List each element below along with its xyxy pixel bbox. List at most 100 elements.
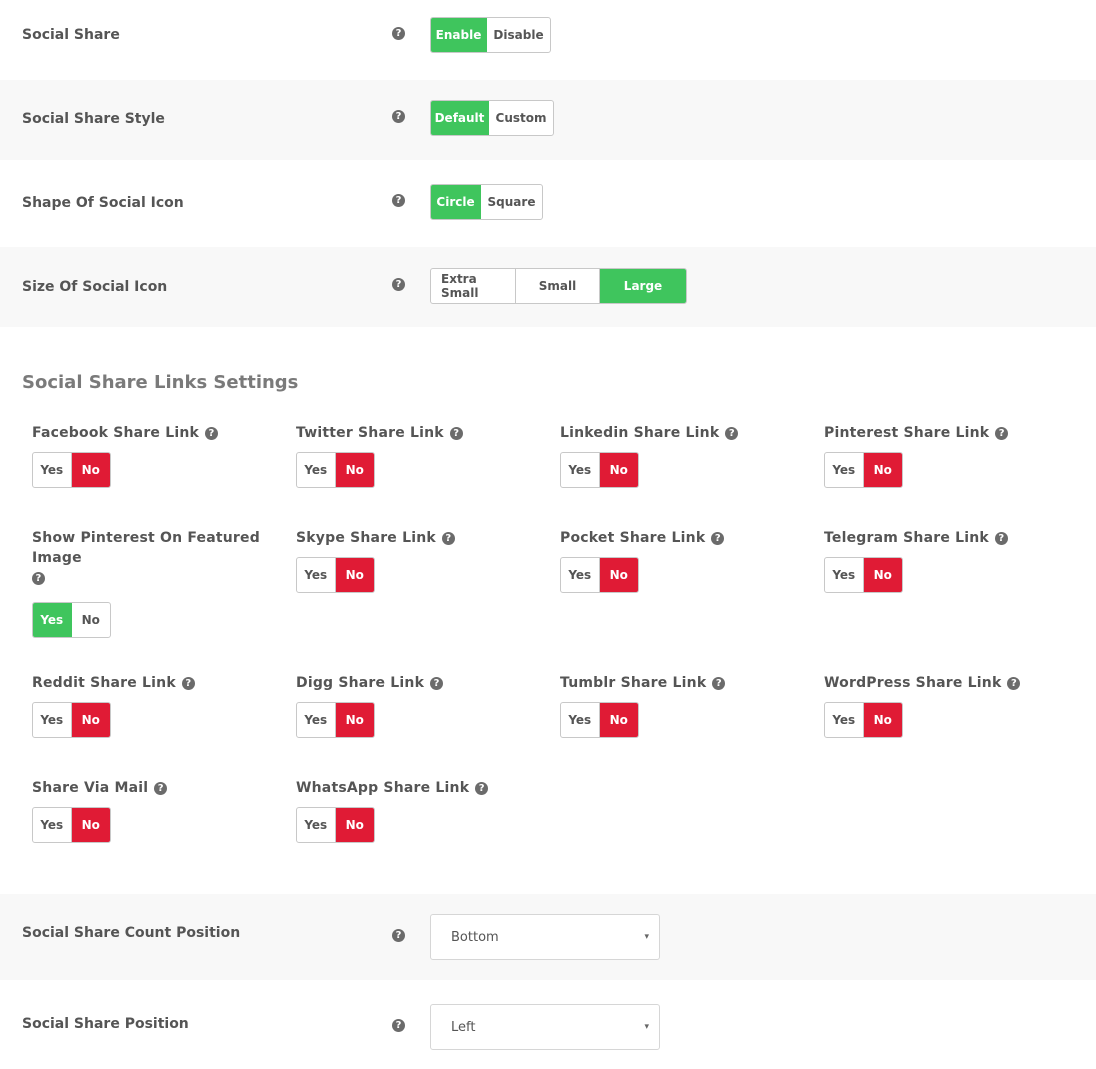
yes-no-toggle: Yes No (296, 702, 375, 738)
share-link-label: Skype Share Link? (296, 528, 546, 548)
yes-button[interactable]: Yes (561, 453, 600, 487)
no-button[interactable]: No (72, 603, 111, 637)
help-icon[interactable]: ? (392, 27, 405, 40)
share-link-label: WordPress Share Link? (824, 673, 1074, 693)
help-icon[interactable]: ? (441, 532, 455, 545)
yes-button[interactable]: Yes (33, 808, 72, 842)
yes-button[interactable]: Yes (561, 703, 600, 737)
share-link-setting: WordPress Share Link? Yes No (824, 673, 1074, 738)
social-share-style-label: Social Share Style (22, 111, 165, 127)
square-button[interactable]: Square (481, 185, 542, 219)
yes-button[interactable]: Yes (825, 703, 864, 737)
enable-button[interactable]: Enable (431, 18, 487, 52)
no-button[interactable]: No (863, 453, 902, 487)
share-link-setting: Reddit Share Link? Yes No (32, 673, 282, 738)
share-link-label-text: Pinterest Share Link (824, 425, 990, 441)
share-link-label-text: WhatsApp Share Link (296, 780, 470, 796)
yes-button[interactable]: Yes (825, 558, 864, 592)
share-link-label-text: Digg Share Link (296, 675, 425, 691)
yes-no-toggle: Yes No (560, 557, 639, 593)
help-icon[interactable]: ? (392, 278, 405, 291)
no-button[interactable]: No (335, 703, 374, 737)
yes-no-toggle: Yes No (560, 452, 639, 488)
no-button[interactable]: No (599, 558, 638, 592)
default-button[interactable]: Default (431, 101, 489, 135)
no-button[interactable]: No (335, 558, 374, 592)
share-link-label-text: Show Pinterest On Featured Image (32, 530, 260, 566)
yes-button[interactable]: Yes (33, 453, 72, 487)
help-icon[interactable]: ? (449, 427, 463, 440)
shape-label: Shape Of Social Icon (22, 195, 184, 211)
help-icon[interactable]: ? (995, 427, 1009, 440)
yes-button[interactable]: Yes (561, 558, 600, 592)
count-position-select[interactable]: Bottom ▾ (430, 914, 660, 960)
help-icon[interactable]: ? (154, 782, 168, 795)
no-button[interactable]: No (863, 558, 902, 592)
social-share-label: Social Share (22, 27, 120, 43)
no-button[interactable]: No (71, 808, 110, 842)
help-icon[interactable]: ? (725, 427, 739, 440)
yes-no-toggle: Yes No (824, 452, 903, 488)
help-icon[interactable]: ? (392, 1019, 405, 1032)
help-icon[interactable]: ? (994, 532, 1008, 545)
help-icon[interactable]: ? (430, 677, 444, 690)
yes-button[interactable]: Yes (297, 808, 336, 842)
yes-no-toggle: Yes No (32, 452, 111, 488)
links-section-title: Social Share Links Settings (22, 372, 299, 393)
no-button[interactable]: No (599, 453, 638, 487)
share-link-label: WhatsApp Share Link? (296, 778, 546, 798)
large-button[interactable]: Large (600, 269, 686, 303)
share-link-setting: Skype Share Link? Yes No (296, 528, 546, 593)
yes-no-toggle: Yes No (296, 557, 375, 593)
yes-no-toggle: Yes No (32, 807, 111, 843)
circle-button[interactable]: Circle (431, 185, 481, 219)
share-link-setting: Pinterest Share Link? Yes No (824, 423, 1074, 488)
help-icon[interactable]: ? (205, 427, 218, 440)
help-icon[interactable]: ? (181, 677, 195, 690)
yes-no-toggle: Yes No (824, 702, 903, 738)
size-label: Size Of Social Icon (22, 279, 168, 295)
disable-button[interactable]: Disable (487, 18, 550, 52)
yes-button[interactable]: Yes (33, 603, 72, 637)
help-icon[interactable]: ? (475, 782, 489, 795)
yes-button[interactable]: Yes (297, 453, 336, 487)
share-link-label-text: Pocket Share Link (560, 530, 706, 546)
share-link-label: Telegram Share Link? (824, 528, 1074, 548)
shape-toggle: Circle Square (430, 184, 543, 220)
share-link-setting: Facebook Share Link? Yes No (32, 423, 282, 488)
help-icon[interactable]: ? (32, 572, 45, 585)
no-button[interactable]: No (599, 703, 638, 737)
share-link-label: Pinterest Share Link? (824, 423, 1074, 443)
no-button[interactable]: No (71, 703, 110, 737)
yes-no-toggle: Yes No (824, 557, 903, 593)
no-button[interactable]: No (335, 808, 374, 842)
yes-button[interactable]: Yes (33, 703, 72, 737)
help-icon[interactable]: ? (712, 677, 726, 690)
yes-button[interactable]: Yes (825, 453, 864, 487)
no-button[interactable]: No (335, 453, 374, 487)
small-button[interactable]: Small (516, 269, 600, 303)
extra-small-button[interactable]: Extra Small (431, 269, 516, 303)
share-position-select[interactable]: Left ▾ (430, 1004, 660, 1050)
share-link-setting: WhatsApp Share Link? Yes No (296, 778, 546, 843)
help-icon[interactable]: ? (392, 110, 405, 123)
share-link-setting: Tumblr Share Link? Yes No (560, 673, 810, 738)
yes-button[interactable]: Yes (297, 703, 336, 737)
help-icon[interactable]: ? (392, 929, 405, 942)
help-icon[interactable]: ? (392, 194, 405, 207)
share-link-setting: Linkedin Share Link? Yes No (560, 423, 810, 488)
count-position-value: Bottom (451, 929, 499, 945)
social-share-style-row: Social Share Style ? Default Custom (0, 80, 1096, 160)
yes-no-toggle: Yes No (32, 602, 111, 638)
count-position-label: Social Share Count Position (22, 925, 241, 941)
share-link-label-text: Skype Share Link (296, 530, 436, 546)
no-button[interactable]: No (863, 703, 902, 737)
help-icon[interactable]: ? (1007, 677, 1021, 690)
custom-button[interactable]: Custom (489, 101, 553, 135)
no-button[interactable]: No (71, 453, 110, 487)
help-icon[interactable]: ? (711, 532, 725, 545)
share-position-row: Social Share Position ? Left ▾ (0, 980, 1096, 1069)
share-link-label-text: Linkedin Share Link (560, 425, 720, 441)
yes-button[interactable]: Yes (297, 558, 336, 592)
size-toggle: Extra Small Small Large (430, 268, 687, 304)
